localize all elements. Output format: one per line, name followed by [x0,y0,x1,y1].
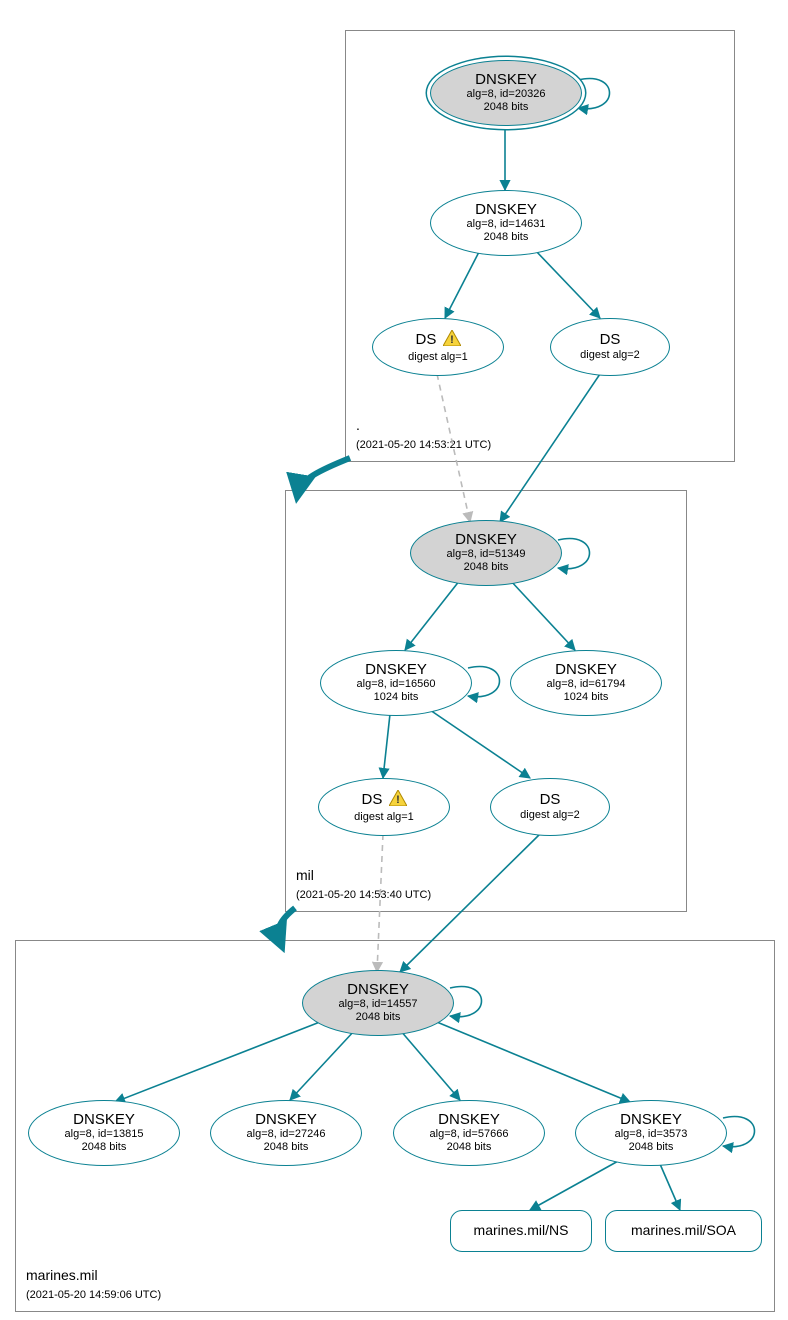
node-title: DNSKEY [347,982,409,999]
node-mar-ns: marines.mil/NS [450,1210,592,1252]
node-root-ds2: DS digest alg=2 [550,318,670,376]
node-sub: alg=8, id=27246 [247,1128,326,1141]
warning-icon: ! [443,330,461,351]
node-sub2: 2048 bits [82,1141,127,1154]
node-sub: alg=8, id=20326 [467,88,546,101]
zone-root-name: . [356,417,360,433]
node-sub2: 1024 bits [564,691,609,704]
node-mil-ds2: DS digest alg=2 [490,778,610,836]
zone-root-timestamp: (2021-05-20 14:53:21 UTC) [356,439,491,451]
node-title: DS ! [361,790,406,811]
node-title: DS [600,332,621,349]
node-sub: alg=8, id=13815 [65,1128,144,1141]
node-root-ds1: DS ! digest alg=1 [372,318,504,376]
node-sub: alg=8, id=51349 [447,548,526,561]
zone-mil-timestamp: (2021-05-20 14:53:40 UTC) [296,889,431,901]
node-sub: digest alg=2 [580,349,640,362]
node-sub: alg=8, id=3573 [615,1128,688,1141]
node-root-zsk: DNSKEY alg=8, id=14631 2048 bits [430,190,582,256]
zone-marines-name: marines.mil [26,1267,98,1283]
node-mar-k1: DNSKEY alg=8, id=13815 2048 bits [28,1100,180,1166]
node-mar-k4: DNSKEY alg=8, id=3573 2048 bits [575,1100,727,1166]
node-title: DNSKEY [455,532,517,549]
node-sub: alg=8, id=14631 [467,218,546,231]
node-title: marines.mil/SOA [631,1223,736,1238]
node-mar-k3: DNSKEY alg=8, id=57666 2048 bits [393,1100,545,1166]
node-mil-zsk1: DNSKEY alg=8, id=16560 1024 bits [320,650,472,716]
node-sub2: 2048 bits [264,1141,309,1154]
node-title: DS [540,792,561,809]
node-sub2: 2048 bits [629,1141,674,1154]
svg-text:!: ! [450,334,454,346]
zone-marines-timestamp: (2021-05-20 14:59:06 UTC) [26,1289,161,1301]
node-title: DNSKEY [438,1112,500,1129]
node-mil-zsk2: DNSKEY alg=8, id=61794 1024 bits [510,650,662,716]
node-mar-soa: marines.mil/SOA [605,1210,762,1252]
node-sub: digest alg=1 [354,811,414,824]
warning-icon: ! [389,790,407,811]
node-mil-ksk: DNSKEY alg=8, id=51349 2048 bits [410,520,562,586]
node-title: DNSKEY [365,662,427,679]
node-mar-ksk: DNSKEY alg=8, id=14557 2048 bits [302,970,454,1036]
node-sub: digest alg=1 [408,351,468,364]
node-sub: digest alg=2 [520,809,580,822]
node-title: DNSKEY [620,1112,682,1129]
node-sub2: 1024 bits [374,691,419,704]
node-sub: alg=8, id=57666 [430,1128,509,1141]
node-title: DNSKEY [475,202,537,219]
node-sub: alg=8, id=14557 [339,998,418,1011]
node-sub2: 2048 bits [356,1011,401,1024]
node-sub2: 2048 bits [447,1141,492,1154]
node-title: DS ! [415,330,460,351]
node-root-ksk: DNSKEY alg=8, id=20326 2048 bits [430,60,582,126]
node-sub2: 2048 bits [484,231,529,244]
node-sub: alg=8, id=16560 [357,678,436,691]
node-sub: alg=8, id=61794 [547,678,626,691]
zone-mil-name: mil [296,867,314,883]
node-title: marines.mil/NS [474,1223,569,1238]
node-mil-ds1: DS ! digest alg=1 [318,778,450,836]
node-sub2: 2048 bits [484,101,529,114]
svg-text:!: ! [396,794,400,806]
node-title: DNSKEY [475,72,537,89]
node-title: DNSKEY [73,1112,135,1129]
node-title: DNSKEY [255,1112,317,1129]
node-mar-k2: DNSKEY alg=8, id=27246 2048 bits [210,1100,362,1166]
node-title: DNSKEY [555,662,617,679]
node-sub2: 2048 bits [464,561,509,574]
